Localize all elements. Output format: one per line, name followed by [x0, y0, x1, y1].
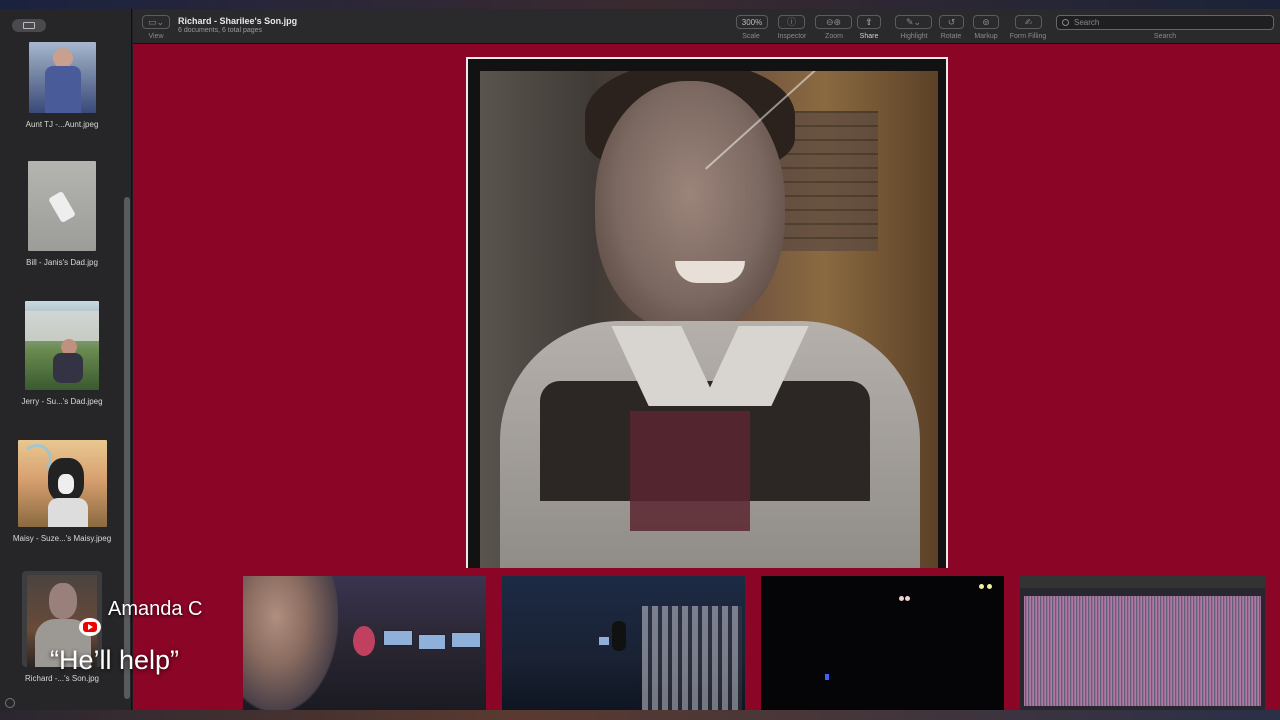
chat-caption: “He’ll help”	[50, 645, 180, 675]
thumbnail-image	[28, 161, 96, 251]
youtube-icon	[79, 618, 101, 636]
participant-video	[243, 576, 338, 711]
zoom-buttons[interactable]: ⊖ ⊕	[815, 15, 852, 29]
preview-window: Aunt TJ -...Aunt.jpeg Bill - Janis's Dad…	[0, 9, 1280, 711]
settings-icon[interactable]	[5, 698, 15, 708]
video-tile[interactable]	[761, 576, 1004, 711]
thumbnail-image	[17, 440, 107, 527]
document-title: Richard - Sharilee's Son.jpg	[178, 16, 298, 26]
thumbnail-label: Bill - Janis's Dad.jpg	[26, 258, 98, 267]
light-dot	[987, 584, 992, 589]
form-filling-label: Form Filling	[1009, 33, 1047, 40]
markup-button[interactable]: ⊚	[973, 15, 999, 29]
speaker-name: Amanda C	[108, 598, 203, 620]
toolbar: ▭⌄ View Richard - Sharilee's Son.jpg 6 d…	[133, 9, 1280, 44]
thumbnail-item-bill[interactable]: Bill - Janis's Dad.jpg	[0, 161, 124, 267]
shared-screen-content	[1024, 596, 1261, 706]
zoom-out-icon: ⊖	[825, 16, 834, 27]
search-input[interactable]: Search	[1056, 15, 1274, 30]
thumbnail-label: Jerry - Su...'s Dad.jpeg	[21, 397, 103, 406]
share-icon: ⇧	[865, 16, 873, 27]
sidebar-view-icon: ▭⌄	[147, 16, 165, 27]
participant-silhouette	[612, 621, 626, 651]
main-photo	[466, 57, 948, 568]
thumbnail-item-maisy[interactable]: Maisy - Suze...'s Maisy.jpeg	[0, 440, 124, 543]
share-button[interactable]: ⇧	[857, 15, 881, 29]
search-label: Search	[1153, 33, 1177, 40]
document-canvas	[133, 44, 1280, 711]
sidebar-icon	[23, 22, 35, 29]
background-monitor	[418, 634, 446, 650]
share-label: Share	[859, 33, 879, 40]
view-menu-button[interactable]: ▭⌄	[142, 15, 170, 29]
video-tile[interactable]	[243, 576, 486, 711]
search-icon	[1062, 19, 1069, 26]
window-blinds	[642, 606, 742, 711]
thumbnail-item-aunt-tj[interactable]: Aunt TJ -...Aunt.jpeg	[0, 42, 124, 129]
photo-image	[480, 71, 938, 568]
blue-light	[825, 674, 829, 680]
highlighter-icon: ✎⌄	[905, 16, 922, 27]
thumbnail-image	[25, 301, 99, 390]
microphone	[353, 626, 375, 656]
rotate-button[interactable]: ↺	[939, 15, 964, 29]
form-filling-icon: ✍	[1024, 16, 1033, 27]
background-monitor	[383, 630, 413, 646]
info-icon: ⓘ	[786, 16, 796, 27]
form-filling-button[interactable]: ✍	[1015, 15, 1042, 29]
light-dot	[979, 584, 984, 589]
shared-screen-toolbar	[1020, 576, 1265, 588]
sidebar-scrollbar[interactable]	[124, 197, 130, 699]
photo-shirt-red	[630, 411, 750, 531]
photo-face	[595, 81, 785, 331]
markup-icon: ⊚	[982, 16, 990, 27]
scale-value: 300%	[741, 17, 763, 27]
thumbnail-image	[28, 42, 96, 113]
thumbnail-label: Maisy - Suze...'s Maisy.jpeg	[12, 534, 112, 543]
thumbnail-label: Aunt TJ -...Aunt.jpeg	[25, 120, 99, 129]
desktop-background-bottom	[0, 710, 1280, 720]
thumbnail-item-jerry[interactable]: Jerry - Su...'s Dad.jpeg	[0, 301, 124, 406]
scale-field[interactable]: 300%	[736, 15, 768, 29]
video-call-strip	[133, 575, 1280, 711]
photo-smile	[675, 261, 745, 283]
sidebar-toggle-button[interactable]	[12, 19, 46, 32]
zoom-in-icon: ⊕	[833, 16, 842, 27]
document-subtitle: 6 documents, 6 total pages	[178, 27, 263, 34]
inspector-button[interactable]: ⓘ	[778, 15, 805, 29]
video-tile[interactable]	[1020, 576, 1265, 711]
highlight-button[interactable]: ✎⌄	[895, 15, 932, 29]
view-label: View	[148, 33, 164, 40]
light-dot	[899, 596, 904, 601]
video-tile[interactable]	[502, 576, 745, 711]
photo-frame	[468, 59, 946, 568]
background-monitor	[598, 636, 610, 646]
light-dot	[905, 596, 910, 601]
rotate-icon: ↺	[947, 16, 956, 27]
background-monitor	[451, 632, 481, 648]
